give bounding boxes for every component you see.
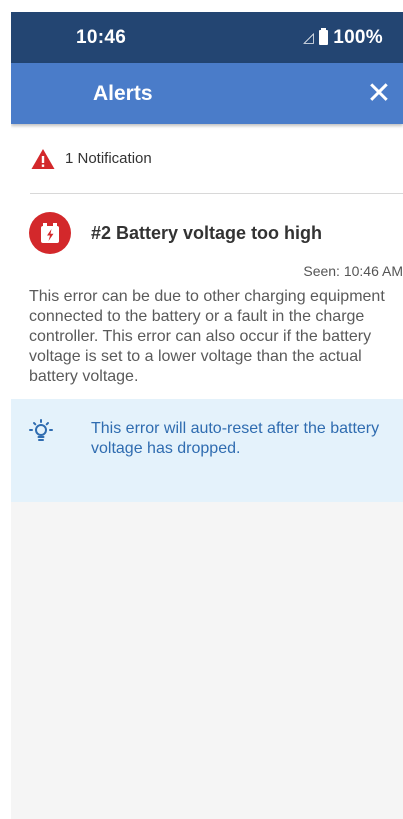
signal-icon: ◿ (303, 29, 315, 45)
notification-count: 1 Notification (65, 150, 152, 167)
lightbulb-icon (29, 419, 53, 441)
battery-percent: 100% (333, 26, 383, 48)
alert-item[interactable]: #2 Battery voltage too high Seen: 10:46 … (11, 194, 403, 387)
page-title: Alerts (93, 81, 153, 105)
battery-alert-icon (29, 212, 71, 254)
tip-text: This error will auto-reset after the bat… (91, 420, 380, 457)
app-bar: Alerts ✕ (11, 63, 403, 124)
warning-icon (31, 148, 55, 169)
phone-screen: 10:46 ◿ 100% Alerts ✕ 1 Notification #2 … (11, 12, 403, 819)
notification-summary: 1 Notification (11, 124, 403, 193)
alerts-content: 1 Notification #2 Battery voltage too hi… (11, 124, 403, 502)
alert-title: #2 Battery voltage too high (91, 222, 323, 243)
status-bar: 10:46 ◿ 100% (11, 12, 403, 63)
alert-description: This error can be due to other charging … (29, 288, 385, 385)
alert-header: #2 Battery voltage too high (11, 194, 403, 254)
status-time: 10:46 (76, 26, 127, 48)
battery-icon (319, 28, 329, 45)
tip-box: This error will auto-reset after the bat… (11, 399, 403, 502)
status-indicators: ◿ 100% (303, 27, 383, 49)
seen-timestamp: Seen: 10:46 AM (303, 263, 403, 279)
close-icon[interactable]: ✕ (363, 78, 395, 110)
